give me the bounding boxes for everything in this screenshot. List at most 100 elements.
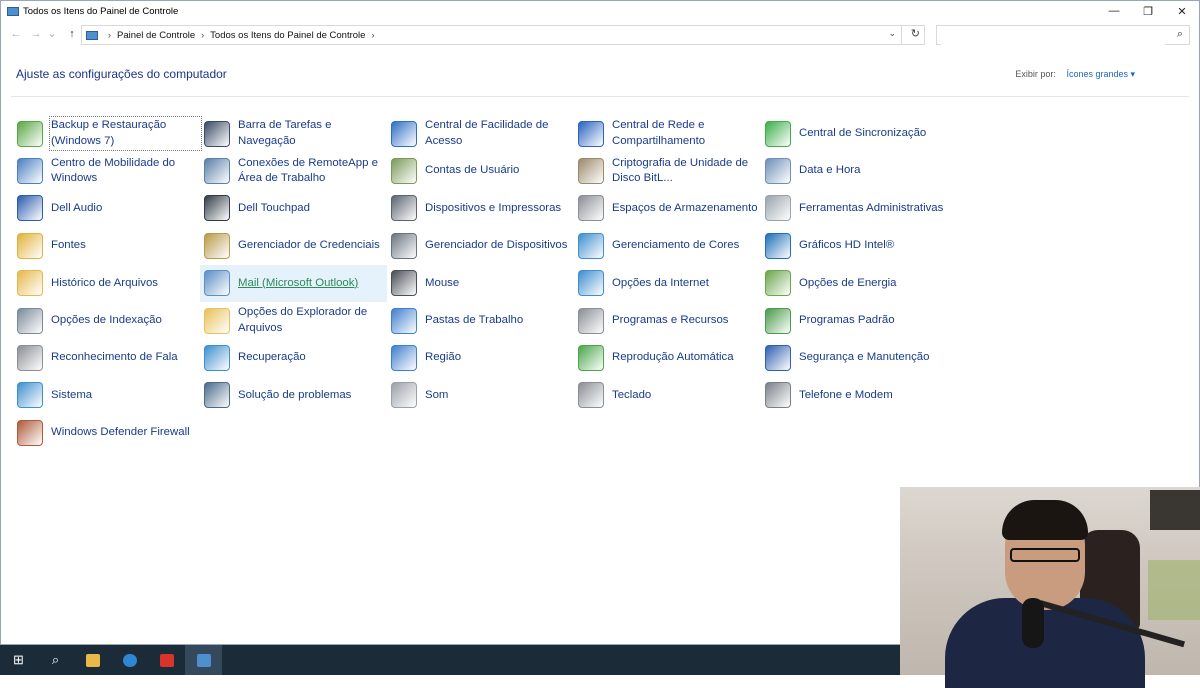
address-dropdown-button[interactable]: ⌄ [888,28,896,39]
file-explorer-icon[interactable] [74,645,111,675]
control-panel-item-label: Gerenciador de Dispositivos [425,239,568,252]
control-panel-item[interactable]: Barra de Tarefas e Navegação [200,115,387,152]
webcam-person-hair [1002,500,1088,540]
edge-icon[interactable] [111,645,148,675]
control-panel-item[interactable]: Teclado [574,377,761,414]
control-panel-item[interactable]: Programas Padrão [761,302,948,339]
restore-button[interactable]: ❐ [1131,1,1165,21]
security-flag-icon [765,345,791,372]
anydesk-icon[interactable] [148,645,185,675]
control-panel-item-label: Criptografia de Unidade de Disco BitL... [612,156,749,185]
breadcrumb-separator: › [201,30,205,40]
control-panel-item[interactable]: Pastas de Trabalho [387,302,574,339]
control-panel-item-label: Teclado [612,388,652,401]
recovery-icon [204,345,230,372]
mobility-icon [17,158,43,185]
control-panel-items: Backup e Restauração (Windows 7) Barra de… [13,115,948,452]
control-panel-item[interactable]: Sistema [13,377,200,414]
control-panel-item-label: Telefone e Modem [799,388,893,401]
back-button[interactable]: ← [9,27,23,41]
address-bar[interactable]: › Painel de Controle › Todos os Itens do… [81,25,925,45]
taskbar-icon [204,120,230,147]
control-panel-item[interactable]: Criptografia de Unidade de Disco BitL... [574,152,761,189]
control-panel-item[interactable]: Opções de Energia [761,265,948,302]
intel-graphics-icon [765,232,791,259]
control-panel-item[interactable]: Solução de problemas [200,377,387,414]
refresh-button[interactable]: ↻ [911,27,920,40]
control-panel-item[interactable]: Centro de Mobilidade do Windows [13,152,200,189]
control-panel-item[interactable]: Contas de Usuário [387,152,574,189]
control-panel-item[interactable]: Opções do Explorador de Arquivos [200,302,387,339]
control-panel-item[interactable]: Mail (Microsoft Outlook) [200,264,387,302]
window-title: Todos os Itens do Painel de Controle [23,5,179,17]
search-input[interactable] [941,27,1165,46]
control-panel-item[interactable]: Telefone e Modem [761,377,948,414]
control-panel-item[interactable]: Espaços de Armazenamento [574,190,761,227]
control-panel-item-label: Reprodução Automática [612,351,734,364]
control-panel-item[interactable]: Dell Touchpad [200,190,387,227]
control-panel-item[interactable]: Reconhecimento de Fala [13,339,200,376]
breadcrumb-separator: › [108,30,111,40]
control-panel-item-label: Gerenciamento de Cores [612,239,740,252]
control-panel-item[interactable]: Dell Audio [13,190,200,227]
control-panel-item[interactable]: Programas e Recursos [574,302,761,339]
edge-icon-glyph [122,653,137,667]
forward-button[interactable]: → [29,27,43,41]
control-panel-item[interactable]: Gerenciamento de Cores [574,227,761,264]
control-panel-item[interactable]: Recuperação [200,339,387,376]
control-panel-item-label: Mail (Microsoft Outlook) [238,276,359,289]
sync-icon [765,120,791,147]
control-panel-item[interactable]: Gerenciador de Dispositivos [387,227,574,264]
title-bar[interactable]: Todos os Itens do Painel de Controle — ❐… [1,1,1199,21]
control-panel-item[interactable]: Opções de Indexação [13,302,200,339]
control-panel-item[interactable]: Ferramentas Administrativas [761,190,948,227]
control-panel-item[interactable]: Windows Defender Firewall [13,414,200,451]
dell-audio-icon [17,195,43,222]
control-panel-item[interactable]: Segurança e Manutenção [761,339,948,376]
control-panel-item[interactable]: Gerenciador de Credenciais [200,227,387,264]
control-panel-item[interactable]: Fontes [13,227,200,264]
control-panel-item[interactable]: Opções da Internet [574,265,761,302]
control-panel-item-label: Ferramentas Administrativas [799,201,944,214]
control-panel-item[interactable]: Som [387,377,574,414]
control-panel-item[interactable]: Central de Facilidade de Acesso [387,115,574,152]
control-panel-item[interactable]: Região [387,339,574,376]
control-panel-item[interactable]: Data e Hora [761,152,948,189]
webcam-shelf [1150,490,1200,530]
phone-modem-icon [765,382,791,409]
minimize-button[interactable]: — [1097,1,1131,21]
control-panel-item-label: Barra de Tarefas e Navegação [238,119,332,147]
search-box[interactable]: ⌕ [936,25,1190,46]
view-by-dropdown[interactable]: Ícones grandes ▾ [1066,69,1135,79]
close-button[interactable]: ✕ [1165,1,1199,21]
control-panel-item[interactable]: Central de Sincronização [761,115,948,152]
recent-locations-button[interactable]: ⌄ [47,27,57,41]
control-panel-item[interactable]: Central de Rede e Compartilhamento [574,115,761,152]
page-title: Ajuste as configurações do computador [16,67,227,81]
up-button[interactable]: ↑ [65,27,79,41]
mouse-icon [391,270,417,297]
date-time-icon [765,158,791,185]
control-panel-item[interactable]: Dispositivos e Impressoras [387,190,574,227]
control-panel-item[interactable]: Histórico de Arquivos [13,265,200,302]
control-panel-item[interactable]: Backup e Restauração (Windows 7) [13,115,202,152]
control-panel-item-label: Região [425,351,462,364]
control-panel-item-label: Central de Facilidade de Acesso [425,119,549,147]
control-panel-item-label: Backup e Restauração (Windows 7) [49,116,202,152]
control-panel-icon[interactable] [185,645,222,675]
control-panel-item-label: Windows Defender Firewall [51,426,190,439]
control-panel-item[interactable]: Mouse [387,265,574,302]
indexing-icon [17,307,43,334]
windows-start-icon[interactable]: ⊞ [0,645,37,675]
control-panel-item-label: Segurança e Manutenção [799,351,930,364]
breadcrumb-all-items[interactable]: Todos os Itens do Painel de Controle [210,30,365,41]
breadcrumb-control-panel[interactable]: Painel de Controle [117,30,195,41]
control-panel-item-label: Opções da Internet [612,276,709,289]
file-history-icon [17,270,43,297]
search-icon[interactable]: ⌕ [37,645,74,675]
control-panel-item[interactable]: Conexões de RemoteApp e Área de Trabalho [200,152,387,189]
control-panel-item-label: Som [425,388,449,401]
search-icon[interactable]: ⌕ [1177,28,1183,41]
control-panel-item[interactable]: Reprodução Automática [574,339,761,376]
control-panel-item[interactable]: Gráficos HD Intel® [761,227,948,264]
